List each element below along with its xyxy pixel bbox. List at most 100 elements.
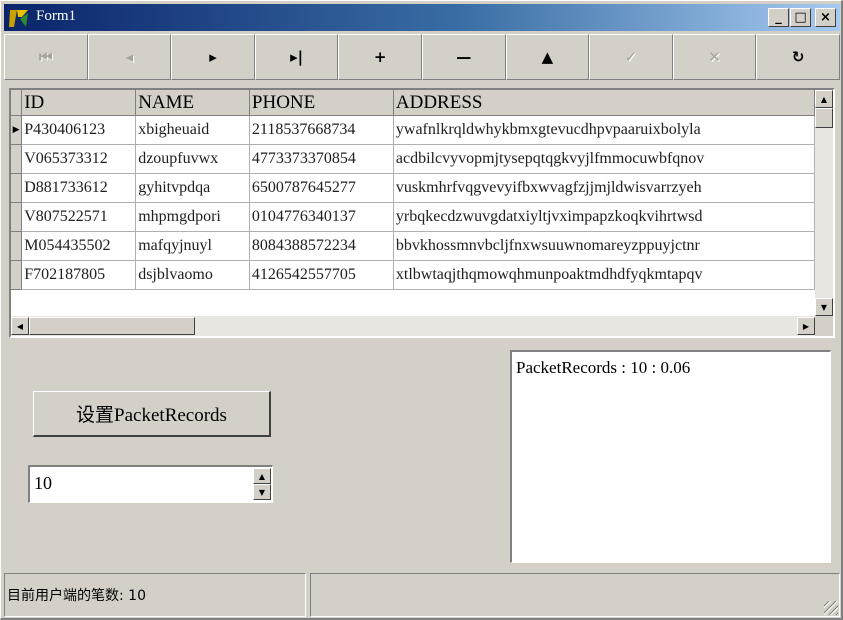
refresh-icon: ↻ xyxy=(791,48,805,66)
nav-edit-button[interactable]: ▲ xyxy=(505,34,590,80)
x-icon: ✕ xyxy=(708,48,721,66)
cell-address[interactable]: bbvkhossmnvbcljfnxwsuuwnomareyzppuyjctnr xyxy=(393,231,815,261)
cell-id[interactable]: M054435502 xyxy=(21,231,137,261)
checkmark-icon: ✓ xyxy=(624,48,638,66)
spin-up-arrow-icon: ▲ xyxy=(258,471,266,481)
spin-down-arrow-icon: ▼ xyxy=(258,487,266,497)
cell-phone[interactable]: 2118537668734 xyxy=(249,115,394,145)
spin-down-button[interactable]: ▼ xyxy=(253,484,271,500)
log-memo[interactable]: PacketRecords : 10 : 0.06 xyxy=(510,350,831,563)
cell-id[interactable]: V065373312 xyxy=(21,144,137,174)
main-window: Form1 _ □ × ⏮ ◂ ▸ ▸| + — ▲ ✓ ✕ ↻ ID NAME xyxy=(0,0,843,620)
column-header-name[interactable]: NAME xyxy=(135,90,250,116)
nav-first-button[interactable]: ⏮ xyxy=(4,34,88,80)
cell-id[interactable]: P430406123 xyxy=(21,115,137,145)
cell-id[interactable]: V807522571 xyxy=(21,202,137,232)
table-row[interactable]: V065373312 dzoupfuvwx 4773373370854 acdbilc… xyxy=(11,144,815,174)
row-indicator[interactable] xyxy=(11,231,23,261)
close-button[interactable]: × xyxy=(815,8,836,27)
cell-address[interactable]: yrbqkecdzwuvgdatxiyltjvximpapzkoqkvihrtw… xyxy=(393,202,815,232)
cell-address[interactable]: xtlbwtaqjthqmowqhmunpoaktmdhdfyqkmtapqv xyxy=(393,260,815,290)
nav-refresh-button[interactable]: ↻ xyxy=(756,34,840,80)
column-header-address[interactable]: ADDRESS xyxy=(393,90,815,116)
minimize-icon: _ xyxy=(775,10,782,25)
prior-record-icon: ◂ xyxy=(125,48,134,66)
nav-prior-button[interactable]: ◂ xyxy=(87,34,172,80)
cell-phone[interactable]: 4126542557705 xyxy=(249,260,394,290)
table-row[interactable]: V807522571 mhpmgdpori 0104776340137 yrbqkec… xyxy=(11,202,815,232)
title-bar[interactable]: Form1 _ □ × xyxy=(4,4,840,31)
grid-vertical-scrollbar[interactable]: ▲ ▼ xyxy=(815,90,833,316)
minus-icon: — xyxy=(456,48,472,66)
row-indicator[interactable] xyxy=(11,173,23,203)
data-grid[interactable]: ID NAME PHONE ADDRESS ▶ P430406123 xbigheu… xyxy=(9,88,835,338)
plus-icon: + xyxy=(373,48,387,66)
scroll-down-button[interactable]: ▼ xyxy=(815,298,833,316)
nav-post-button[interactable]: ✓ xyxy=(589,34,673,80)
spin-buttons: ▲ ▼ xyxy=(253,468,271,500)
horizontal-scroll-thumb[interactable] xyxy=(29,317,195,335)
cell-phone[interactable]: 6500787645277 xyxy=(249,173,394,203)
app-icon xyxy=(9,10,28,27)
scrollbar-corner xyxy=(815,316,833,336)
status-panel-secondary xyxy=(310,573,840,617)
next-record-icon: ▸ xyxy=(209,48,217,66)
cell-phone[interactable]: 4773373370854 xyxy=(249,144,394,174)
cell-phone[interactable]: 0104776340137 xyxy=(249,202,394,232)
nav-last-button[interactable]: ▸| xyxy=(254,34,339,80)
scroll-left-arrow-icon: ◀ xyxy=(16,321,24,331)
cell-address[interactable]: vuskmhrfvqgvevyifbxwvagfzjjmjldwisvarrzy… xyxy=(393,173,815,203)
status-panel-record-count: 目前用户端的笔数: 10 xyxy=(4,573,306,617)
nav-cancel-button[interactable]: ✕ xyxy=(672,34,757,80)
column-header-phone[interactable]: PHONE xyxy=(249,90,394,116)
grid-table: ID NAME PHONE ADDRESS ▶ P430406123 xbigheu… xyxy=(11,90,815,290)
cell-id[interactable]: D881733612 xyxy=(21,173,137,203)
table-row[interactable]: D881733612 gyhitvpdqa 6500787645277 vuskmhr… xyxy=(11,173,815,203)
nav-delete-button[interactable]: — xyxy=(421,34,506,80)
cell-phone[interactable]: 8084388572234 xyxy=(249,231,394,261)
nav-next-button[interactable]: ▸ xyxy=(171,34,255,80)
spin-up-button[interactable]: ▲ xyxy=(253,468,271,484)
cell-name[interactable]: dzoupfuvwx xyxy=(135,144,250,174)
nav-insert-button[interactable]: + xyxy=(338,34,422,80)
status-bar: 目前用户端的笔数: 10 xyxy=(4,573,840,617)
memo-line: PacketRecords : 10 : 0.06 xyxy=(516,358,691,377)
size-grip-icon[interactable] xyxy=(824,601,838,615)
scroll-left-button[interactable]: ◀ xyxy=(11,317,29,335)
table-row[interactable]: M054435502 mafqyjnuyl 8084388572234 bbvkhos… xyxy=(11,231,815,261)
last-record-icon: ▸| xyxy=(290,48,304,66)
first-record-icon: ⏮ xyxy=(39,48,53,66)
grid-horizontal-scrollbar[interactable]: ◀ ▶ xyxy=(11,316,815,336)
row-indicator[interactable] xyxy=(11,144,23,174)
scroll-right-button[interactable]: ▶ xyxy=(797,317,815,335)
row-indicator[interactable]: ▶ xyxy=(11,115,23,145)
table-row[interactable]: F702187805 dsjblvaomo 4126542557705 xtlbwta… xyxy=(11,260,815,290)
cell-name[interactable]: gyhitvpdqa xyxy=(135,173,250,203)
cell-address[interactable]: ywafnlkrqldwhykbmxgtevucdhpvpaaruixbolyl… xyxy=(393,115,815,145)
cell-id[interactable]: F702187805 xyxy=(21,260,137,290)
scroll-right-arrow-icon: ▶ xyxy=(802,321,810,331)
up-triangle-icon: ▲ xyxy=(541,48,554,66)
cell-name[interactable]: mhpmgdpori xyxy=(135,202,250,232)
scroll-up-arrow-icon: ▲ xyxy=(820,94,828,104)
minimize-button[interactable]: _ xyxy=(768,8,789,27)
set-packet-records-button[interactable]: 设置PacketRecords xyxy=(33,391,271,437)
packet-records-spin-edit[interactable]: 10 ▲ ▼ xyxy=(28,465,273,503)
db-navigator: ⏮ ◂ ▸ ▸| + — ▲ ✓ ✕ ↻ xyxy=(4,34,840,80)
vertical-scroll-thumb[interactable] xyxy=(815,108,833,128)
row-indicator[interactable] xyxy=(11,202,23,232)
cell-name[interactable]: dsjblvaomo xyxy=(135,260,250,290)
maximize-icon: □ xyxy=(794,10,807,25)
cell-name[interactable]: mafqyjnuyl xyxy=(135,231,250,261)
cell-name[interactable]: xbigheuaid xyxy=(135,115,250,145)
table-row[interactable]: ▶ P430406123 xbigheuaid 2118537668734 ywafnl… xyxy=(11,115,815,145)
cell-address[interactable]: acdbilcvyvopmjtysepqtqgkvyjlfmmocuwbfqno… xyxy=(393,144,815,174)
scroll-down-arrow-icon: ▼ xyxy=(820,302,828,312)
spin-edit-value[interactable]: 10 xyxy=(34,473,52,494)
close-icon: × xyxy=(820,10,831,25)
grid-header-indicator xyxy=(11,90,23,116)
row-indicator[interactable] xyxy=(11,260,23,290)
maximize-button[interactable]: □ xyxy=(790,8,811,27)
scroll-up-button[interactable]: ▲ xyxy=(815,90,833,108)
column-header-id[interactable]: ID xyxy=(21,90,137,116)
